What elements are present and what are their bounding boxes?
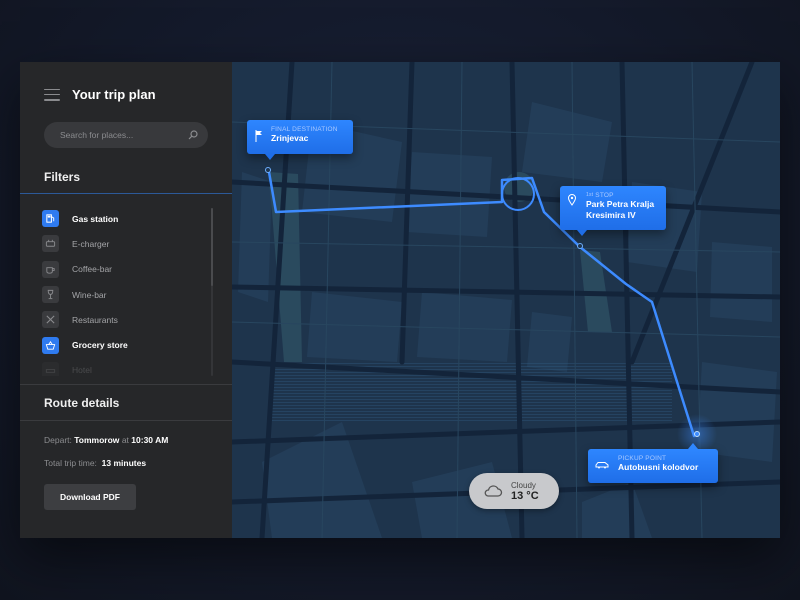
download-pdf-button[interactable]: Download PDF — [44, 484, 136, 510]
trip-time-value: 13 minutes — [101, 458, 147, 468]
location-pin-icon — [568, 194, 576, 206]
depart-time: 10:30 AM — [131, 435, 169, 445]
trip-time-detail: Total trip time: 13 minutes — [44, 458, 146, 468]
filter-scrollbar[interactable] — [211, 208, 213, 376]
filter-e-charger[interactable]: E-charger — [42, 231, 210, 256]
hamburger-menu-icon[interactable] — [44, 88, 60, 101]
search-input[interactable] — [58, 129, 188, 141]
depart-detail: Depart: Tommorow at 10:30 AM — [44, 435, 168, 445]
search-box[interactable] — [44, 122, 208, 148]
pickup-point-callout[interactable]: PICKUP POINT Autobusni kolodvor — [588, 443, 718, 483]
depart-label: Depart: — [44, 435, 72, 445]
filter-label: Hotel — [72, 365, 92, 376]
first-stop-name-line2: Kresimira IV — [586, 210, 636, 220]
filter-list: Gas station E-charger Coffee-bar Wine-ba… — [42, 206, 210, 376]
filter-hotel[interactable]: Hotel — [42, 358, 210, 376]
weather-condition: Cloudy — [511, 480, 536, 490]
basket-icon — [42, 336, 59, 354]
wine-glass-icon — [42, 286, 59, 304]
depart-at: at — [121, 435, 129, 445]
map-view[interactable]: FINAL DESTINATION Zrinjevac 1st STOP Par… — [232, 62, 780, 538]
scrollbar-thumb[interactable] — [211, 208, 213, 286]
final-destination-pin[interactable] — [265, 167, 271, 173]
filter-label: Restaurants — [72, 314, 118, 325]
filter-label: E-charger — [72, 238, 110, 249]
filter-grocery-store[interactable]: Grocery store — [42, 332, 210, 357]
filter-label: Wine-bar — [72, 289, 107, 300]
search-icon[interactable] — [188, 130, 198, 140]
coffee-cup-icon — [42, 260, 59, 278]
weather-widget: Cloudy 13 °C — [469, 473, 559, 509]
route-divider-top — [20, 384, 232, 385]
filters-heading: Filters — [44, 170, 81, 184]
final-destination-name: Zrinjevac — [271, 133, 309, 143]
pickup-point-pin[interactable] — [694, 431, 700, 437]
sidebar-header: Your trip plan — [44, 87, 156, 102]
pickup-point-name: Autobusni kolodvor — [618, 462, 699, 472]
final-destination-label: FINAL DESTINATION — [271, 126, 338, 133]
first-stop-name-line1: Park Petra Kralja — [586, 199, 655, 209]
route-details-heading: Route details — [44, 396, 120, 410]
filter-gas-station[interactable]: Gas station — [42, 206, 210, 231]
final-destination-callout[interactable]: FINAL DESTINATION Zrinjevac — [247, 120, 353, 160]
depart-value: Tommorow — [74, 435, 120, 445]
filter-label: Coffee-bar — [72, 264, 113, 275]
filter-label: Gas station — [72, 213, 119, 224]
filter-coffee-bar[interactable]: Coffee-bar — [42, 257, 210, 282]
gas-pump-icon — [42, 210, 59, 228]
filters-divider — [20, 193, 232, 194]
first-stop-label: 1st STOP — [586, 192, 666, 199]
first-stop-callout[interactable]: 1st STOP Park Petra Kralja Kresimira IV — [560, 186, 666, 236]
filter-wine-bar[interactable]: Wine-bar — [42, 282, 210, 307]
first-stop-pin[interactable] — [577, 243, 583, 249]
bed-icon — [42, 361, 59, 376]
page-title: Your trip plan — [72, 87, 156, 102]
flag-icon — [255, 130, 262, 142]
trip-planner-app: Your trip plan Filters Gas station — [20, 62, 780, 538]
first-stop-word: STOP — [593, 192, 614, 199]
weather-temperature: 13 °C — [511, 489, 539, 502]
sidebar: Your trip plan Filters Gas station — [20, 62, 232, 538]
trip-time-label: Total trip time: — [44, 458, 97, 468]
fork-knife-icon — [42, 311, 59, 329]
route-divider-bottom — [20, 420, 232, 421]
pickup-point-label: PICKUP POINT — [618, 455, 667, 462]
car-icon — [595, 462, 609, 469]
filter-label: Grocery store — [72, 340, 128, 351]
ev-charger-icon — [42, 235, 59, 253]
filter-restaurants[interactable]: Restaurants — [42, 307, 210, 332]
cloud-icon — [484, 485, 503, 497]
